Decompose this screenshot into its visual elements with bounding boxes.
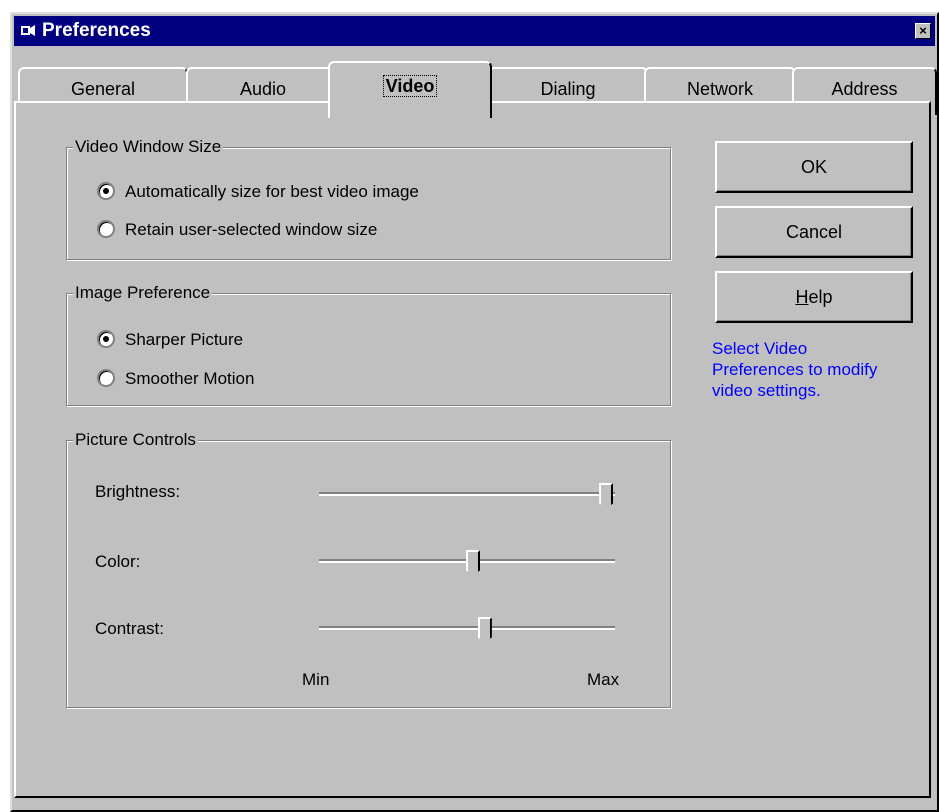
radio-selected-dot (103, 336, 109, 342)
window-title: Preferences (42, 20, 151, 41)
help-mnemonic: H (795, 287, 809, 307)
hint-line: Preferences to modify (712, 360, 878, 379)
video-window-size-group: Video Window Size Automatically size for… (66, 137, 671, 260)
title-bar[interactable]: Preferences × (14, 16, 935, 46)
picture-controls-label: Picture Controls (73, 430, 198, 450)
tab-audio-label: Audio (239, 79, 287, 99)
radio-auto-size-label: Automatically size for best video image (125, 182, 419, 201)
radio-retain-size-circle[interactable] (97, 220, 115, 238)
help-label-rest: elp (808, 287, 833, 307)
app-icon (21, 25, 35, 36)
color-label: Color: (95, 552, 141, 571)
radio-auto-size-circle[interactable] (97, 182, 115, 200)
video-tab-panel: Video Window Size Automatically size for… (14, 101, 931, 798)
cancel-button[interactable]: Cancel (715, 206, 913, 258)
radio-selected-dot (103, 188, 109, 194)
brightness-slider-thumb[interactable] (599, 483, 614, 509)
hint-line: video settings. (712, 381, 821, 400)
radio-auto-size[interactable]: Automatically size for best video image (97, 180, 517, 204)
tab-dialing-label: Dialing (540, 79, 596, 99)
radio-sharper-picture-label: Sharper Picture (125, 330, 244, 349)
hint-text: Select Video Preferences to modify video… (712, 338, 877, 401)
min-label: Min (302, 670, 330, 689)
radio-retain-size[interactable]: Retain user-selected window size (97, 218, 517, 242)
contrast-track[interactable] (319, 626, 615, 630)
brightness-label: Brightness: (95, 482, 181, 501)
contrast-slider-thumb[interactable] (477, 617, 492, 643)
color-slider-thumb[interactable] (465, 550, 480, 576)
max-label: Max (587, 670, 620, 689)
video-window-size-label: Video Window Size (73, 137, 224, 157)
radio-sharper-picture-circle[interactable] (97, 330, 115, 348)
hint-line: Select Video (712, 339, 808, 358)
radio-smoother-motion-circle[interactable] (97, 369, 115, 387)
brightness-track[interactable] (319, 492, 615, 496)
tab-video[interactable]: Video (328, 61, 492, 118)
ok-button[interactable]: OK (715, 141, 913, 193)
contrast-label: Contrast: (95, 619, 164, 638)
image-preference-label: Image Preference (73, 283, 213, 303)
radio-smoother-motion-label: Smoother Motion (125, 369, 255, 388)
radio-retain-size-label: Retain user-selected window size (125, 220, 378, 239)
tab-video-label: Video (382, 75, 438, 97)
radio-smoother-motion[interactable]: Smoother Motion (97, 367, 397, 391)
picture-controls-group: Picture Controls Brightness: Color: Cont… (66, 430, 671, 708)
image-preference-group: Image Preference Sharper Picture Smoothe… (66, 283, 671, 406)
close-button[interactable]: × (915, 23, 931, 39)
tab-network-label: Network (686, 79, 753, 99)
tab-general-label: General (70, 79, 136, 99)
radio-sharper-picture[interactable]: Sharper Picture (97, 328, 397, 352)
help-button[interactable]: Help (715, 271, 913, 323)
tab-address-label: Address (831, 79, 898, 99)
